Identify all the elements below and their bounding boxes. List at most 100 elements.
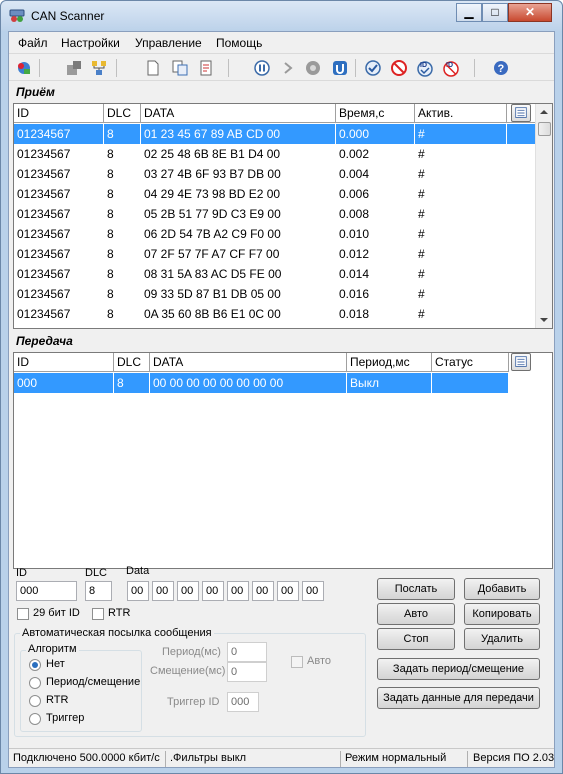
cell-dlc: 8 bbox=[107, 207, 114, 221]
receive-grid[interactable]: ID DLC DATA Время,с Актив. 01234567 8 01… bbox=[13, 103, 553, 329]
disconnect-icon[interactable] bbox=[65, 59, 83, 77]
stop-button[interactable]: Стоп bbox=[377, 628, 455, 650]
dlc-input[interactable]: 8 bbox=[85, 581, 112, 601]
menu-settings[interactable]: Настройки bbox=[61, 36, 120, 50]
table-row[interactable]: 01234567 8 0A 35 60 8B B6 E1 0C 00 0.018… bbox=[14, 304, 535, 324]
window-title: CAN Scanner bbox=[31, 9, 105, 23]
algorithm-rtr-radio[interactable] bbox=[29, 695, 41, 707]
check-icon[interactable] bbox=[364, 59, 382, 77]
copy-button[interactable]: Копировать bbox=[464, 603, 540, 625]
transmit-columns-icon[interactable] bbox=[511, 353, 531, 371]
receive-col-active[interactable]: Актив. bbox=[415, 104, 507, 123]
receive-col-data[interactable]: DATA bbox=[141, 104, 336, 123]
send-button[interactable]: Послать bbox=[377, 578, 455, 600]
cell-time: 0.014 bbox=[339, 267, 370, 281]
bit29-checkbox[interactable] bbox=[17, 608, 29, 620]
rtr-checkbox[interactable] bbox=[92, 608, 104, 620]
cell-data: 08 31 5A 83 AC D5 FE 00 bbox=[144, 267, 282, 281]
status-separator bbox=[340, 751, 341, 767]
stop-icon[interactable] bbox=[304, 59, 322, 77]
auto-checkbox[interactable] bbox=[291, 656, 303, 668]
table-row[interactable]: 01234567 8 01 23 45 67 89 AB CD 00 0.000… bbox=[14, 124, 535, 144]
transmit-col-data[interactable]: DATA bbox=[150, 353, 347, 372]
table-row[interactable]: 01234567 8 05 2B 51 77 9D C3 E9 00 0.008… bbox=[14, 204, 535, 224]
cell-active: # bbox=[418, 287, 425, 301]
table-row[interactable]: 000 8 00 00 00 00 00 00 00 00 Выкл bbox=[14, 373, 509, 393]
scroll-thumb[interactable] bbox=[538, 122, 551, 136]
menu-help[interactable]: Помощь bbox=[216, 36, 262, 50]
period-input[interactable]: 0 bbox=[227, 642, 267, 662]
algorithm-period-radio[interactable] bbox=[29, 677, 41, 689]
id-filter-icon[interactable]: ID bbox=[416, 59, 434, 77]
set-data-button[interactable]: Задать данные для передачи bbox=[377, 687, 540, 709]
menu-control[interactable]: Управление bbox=[135, 36, 202, 50]
add-button[interactable]: Добавить bbox=[464, 578, 540, 600]
receive-scrollbar[interactable] bbox=[535, 104, 552, 328]
pause-icon[interactable] bbox=[253, 59, 271, 77]
cell-dlc: 8 bbox=[107, 307, 114, 321]
table-row[interactable]: 01234567 8 06 2D 54 7B A2 C9 F0 00 0.010… bbox=[14, 224, 535, 244]
minimize-button[interactable]: ▁ bbox=[456, 3, 482, 22]
transmit-grid[interactable]: ID DLC DATA Период,мс Статус 000 8 00 00… bbox=[13, 352, 553, 569]
maximize-button[interactable]: □ bbox=[482, 3, 508, 22]
scroll-down-icon[interactable] bbox=[539, 316, 549, 324]
transmit-col-period[interactable]: Период,мс bbox=[347, 353, 432, 372]
table-row[interactable]: 01234567 8 09 33 5D 87 B1 DB 05 00 0.016… bbox=[14, 284, 535, 304]
block-icon[interactable] bbox=[390, 59, 408, 77]
table-row[interactable]: 01234567 8 07 2F 57 7F A7 CF F7 00 0.012… bbox=[14, 244, 535, 264]
data-byte-input[interactable]: 00 bbox=[202, 581, 224, 601]
svg-text:ID: ID bbox=[420, 62, 427, 69]
cell-id: 01234567 bbox=[17, 267, 71, 281]
cell-active: # bbox=[418, 147, 425, 161]
new-file-icon[interactable] bbox=[144, 59, 162, 77]
transmit-col-status[interactable]: Статус bbox=[432, 353, 509, 372]
data-byte-input[interactable]: 00 bbox=[177, 581, 199, 601]
receive-col-time[interactable]: Время,с bbox=[336, 104, 415, 123]
receive-col-dlc[interactable]: DLC bbox=[104, 104, 141, 123]
table-row[interactable]: 01234567 8 08 31 5A 83 AC D5 FE 00 0.014… bbox=[14, 264, 535, 284]
close-button[interactable]: ✕ bbox=[508, 3, 552, 22]
id-block-icon[interactable]: ID bbox=[442, 59, 460, 77]
copy-icon[interactable] bbox=[171, 59, 189, 77]
delete-button[interactable]: Удалить bbox=[464, 628, 540, 650]
data-byte-input[interactable]: 00 bbox=[152, 581, 174, 601]
cell-id: 01234567 bbox=[17, 307, 71, 321]
algorithm-none-radio[interactable] bbox=[29, 659, 41, 671]
data-byte-input[interactable]: 00 bbox=[277, 581, 299, 601]
play-icon[interactable] bbox=[279, 59, 297, 77]
help-icon[interactable]: ? bbox=[492, 59, 510, 77]
app-icon bbox=[9, 9, 25, 22]
offset-input[interactable]: 0 bbox=[227, 662, 267, 682]
cell-status bbox=[432, 373, 509, 393]
table-row[interactable]: 01234567 8 02 25 48 6B 8E B1 D4 00 0.002… bbox=[14, 144, 535, 164]
transmit-col-id[interactable]: ID bbox=[14, 353, 114, 372]
receive-columns-icon[interactable] bbox=[511, 104, 531, 122]
table-row[interactable]: 01234567 8 04 29 4E 73 98 BD E2 00 0.006… bbox=[14, 184, 535, 204]
cell-data: 05 2B 51 77 9D C3 E9 00 bbox=[144, 207, 281, 221]
cell-data: 0A 35 60 8B B6 E1 0C 00 bbox=[144, 307, 281, 321]
trigger-id-input[interactable]: 000 bbox=[227, 692, 259, 712]
scroll-up-icon[interactable] bbox=[539, 108, 549, 116]
id-input[interactable]: 000 bbox=[16, 581, 77, 601]
connect-icon[interactable] bbox=[15, 59, 33, 77]
cell-time: 0.004 bbox=[339, 167, 370, 181]
table-row[interactable]: 01234567 8 03 27 4B 6F 93 B7 DB 00 0.004… bbox=[14, 164, 535, 184]
algorithm-trigger-radio[interactable] bbox=[29, 713, 41, 725]
data-byte-input[interactable]: 00 bbox=[227, 581, 249, 601]
cell-time: 0.002 bbox=[339, 147, 370, 161]
status-separator bbox=[165, 751, 166, 767]
set-period-button[interactable]: Задать период/смещение bbox=[377, 658, 540, 680]
status-filters: .Фильтры выкл bbox=[170, 752, 247, 764]
edit-icon[interactable] bbox=[198, 59, 216, 77]
auto-button[interactable]: Авто bbox=[377, 603, 455, 625]
auto-send-group-title: Автоматическая посылка сообщения bbox=[20, 627, 214, 639]
data-byte-input[interactable]: 00 bbox=[302, 581, 324, 601]
status-connection: Подключено 500.0000 кбит/с bbox=[13, 752, 160, 764]
transmit-col-dlc[interactable]: DLC bbox=[114, 353, 150, 372]
menu-file[interactable]: Файл bbox=[18, 36, 48, 50]
receive-col-id[interactable]: ID bbox=[14, 104, 104, 123]
data-byte-input[interactable]: 00 bbox=[127, 581, 149, 601]
data-byte-input[interactable]: 00 bbox=[252, 581, 274, 601]
network-icon[interactable] bbox=[90, 59, 108, 77]
step-icon[interactable] bbox=[331, 59, 349, 77]
